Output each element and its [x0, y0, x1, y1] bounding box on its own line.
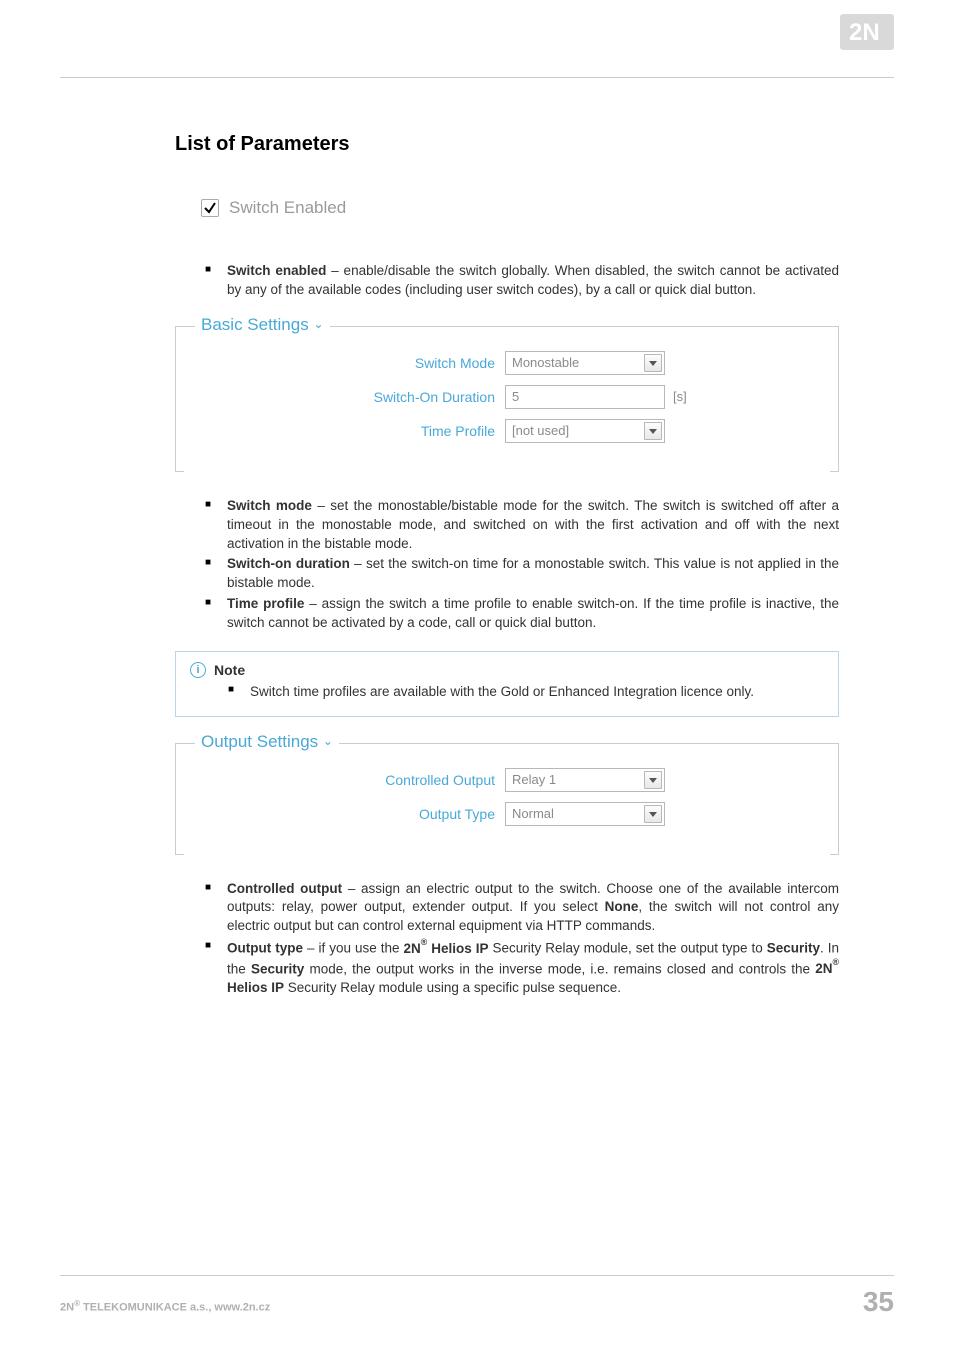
note-text: Switch time profiles are available with … [250, 682, 822, 702]
dropdown-caret-icon [644, 354, 662, 372]
security-keyword: Security [251, 961, 304, 976]
time-profile-value: [not used] [512, 423, 569, 438]
basic-settings-title[interactable]: Basic Settings ⌄ [195, 315, 330, 335]
term: Controlled output [227, 881, 342, 896]
desc: Security Relay module using a specific p… [284, 980, 621, 995]
time-profile-select[interactable]: [not used] [505, 419, 665, 443]
switch-enabled-label: Switch Enabled [229, 198, 346, 218]
controlled-output-select[interactable]: Relay 1 [505, 768, 665, 792]
note-title: Note [214, 662, 245, 678]
footer-company: 2N® TELEKOMUNIKACE a.s., www.2n.cz [60, 1299, 270, 1314]
output-settings-description: Controlled output – assign an electric o… [175, 880, 839, 998]
switch-on-duration-label: Switch-On Duration [215, 389, 505, 405]
desc: – if you use the [303, 941, 403, 956]
switch-mode-select[interactable]: Monostable [505, 351, 665, 375]
desc: – assign the switch a time profile to en… [227, 596, 839, 630]
term: Switch mode [227, 498, 312, 513]
desc: Security Relay module, set the output ty… [488, 941, 766, 956]
basic-settings-description: Switch mode – set the monostable/bistabl… [175, 497, 839, 633]
term: Switch enabled [227, 263, 326, 278]
time-profile-label: Time Profile [215, 423, 505, 439]
desc: mode, the output works in the inverse mo… [304, 961, 815, 976]
dropdown-caret-icon [644, 771, 662, 789]
controlled-output-value: Relay 1 [512, 772, 556, 787]
section-heading: List of Parameters [175, 133, 839, 156]
output-settings-group: Output Settings ⌄ Controlled Output Rela… [175, 743, 839, 854]
dropdown-caret-icon [644, 422, 662, 440]
output-settings-title[interactable]: Output Settings ⌄ [195, 732, 339, 752]
basic-settings-group: Basic Settings ⌄ Switch Mode Monostable … [175, 326, 839, 471]
switch-on-duration-unit: [s] [673, 389, 687, 404]
note-box: i Note Switch time profiles are availabl… [175, 651, 839, 717]
svg-text:2N: 2N [849, 19, 880, 46]
chevron-down-icon: ⌄ [323, 734, 333, 748]
output-settings-title-text: Output Settings [201, 732, 318, 751]
page-number: 35 [863, 1286, 894, 1318]
output-type-select[interactable]: Normal [505, 802, 665, 826]
dropdown-caret-icon [644, 805, 662, 823]
switch-mode-label: Switch Mode [215, 355, 505, 371]
output-type-value: Normal [512, 806, 554, 821]
desc: – set the monostable/bistable mode for t… [227, 498, 839, 551]
security-keyword: Security [767, 941, 820, 956]
none-keyword: None [605, 899, 639, 914]
switch-enabled-description: Switch enabled – enable/disable the swit… [175, 262, 839, 300]
term: Switch-on duration [227, 556, 350, 571]
chevron-down-icon: ⌄ [313, 317, 323, 331]
switch-on-duration-input[interactable]: 5 [505, 385, 665, 409]
controlled-output-label: Controlled Output [215, 772, 505, 788]
term: Time profile [227, 596, 304, 611]
switch-enabled-checkbox[interactable] [201, 199, 219, 217]
info-icon: i [190, 662, 206, 678]
switch-mode-value: Monostable [512, 355, 579, 370]
basic-settings-title-text: Basic Settings [201, 315, 309, 334]
output-type-label: Output Type [215, 806, 505, 822]
term: Output type [227, 941, 303, 956]
switch-on-duration-value: 5 [512, 389, 519, 404]
brand-logo: 2N [840, 14, 894, 55]
brand: 2N® Helios IP [403, 941, 488, 956]
